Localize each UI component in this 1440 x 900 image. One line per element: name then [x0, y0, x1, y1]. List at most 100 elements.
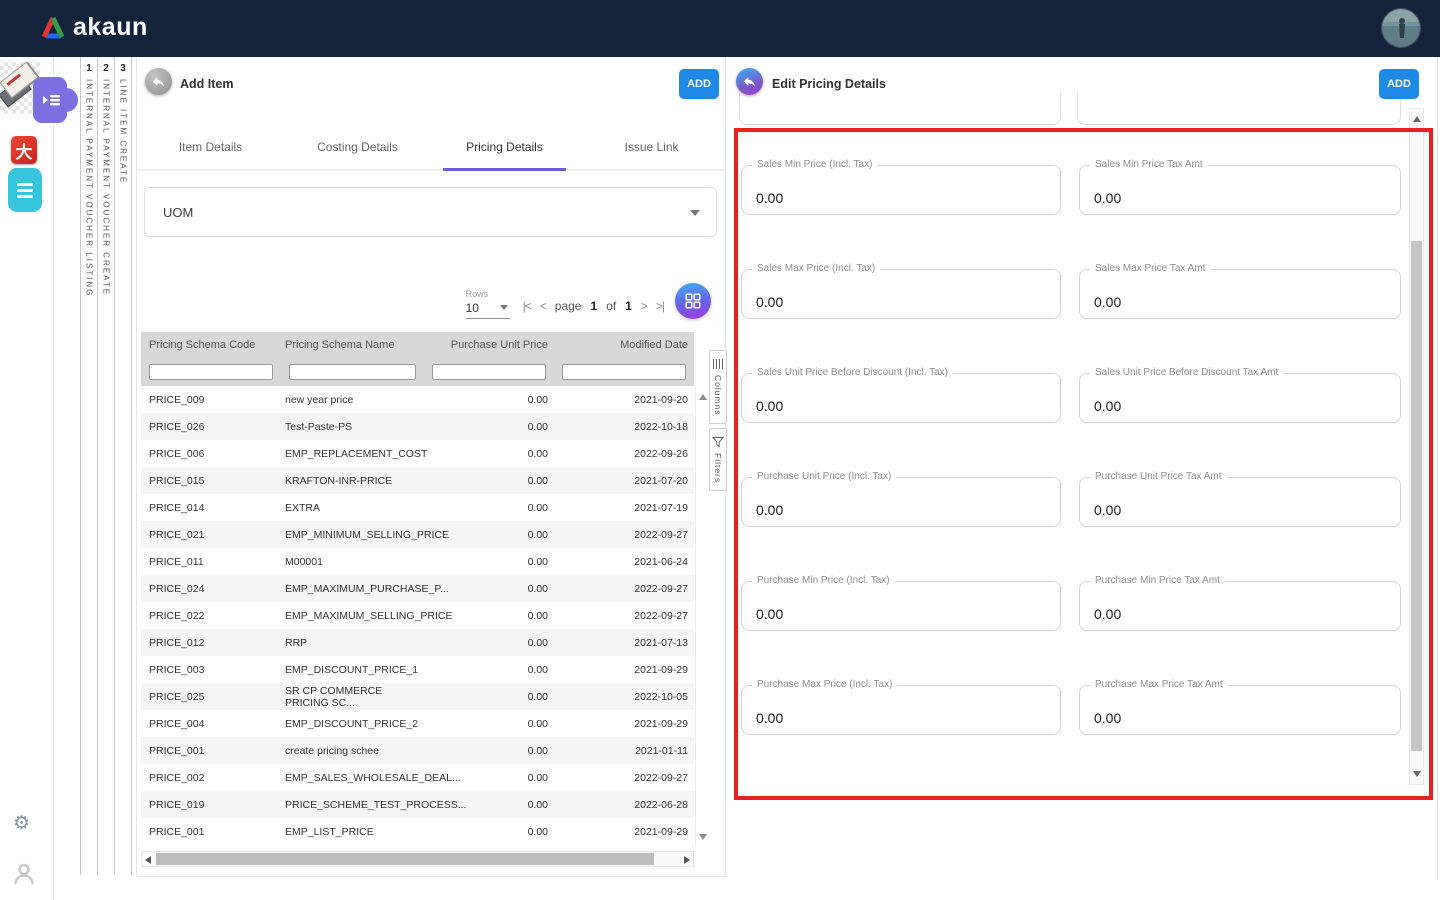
cell-price: 0.00	[424, 718, 554, 730]
pager: |< < page 1 of 1 > >|	[523, 299, 664, 319]
total-pages: 1	[625, 299, 632, 313]
table-row[interactable]: PRICE_021EMP_MINIMUM_SELLING_PRICE0.0020…	[141, 521, 694, 548]
filter-input-pricing-schema-name[interactable]	[289, 364, 416, 380]
tab-pricing-details[interactable]: Pricing Details	[431, 125, 578, 169]
cell-price: 0.00	[424, 421, 554, 433]
table-row[interactable]: PRICE_019PRICE_SCHEME_TEST_PROCESS...0.0…	[141, 791, 694, 818]
purchase-max-price-field[interactable]: Purchase Max Price (Incl. Tax)0.00	[741, 685, 1061, 735]
list-line	[17, 183, 33, 186]
purchase-min-price-tax-amt-field[interactable]: Purchase Min Price Tax Amt0.00	[1079, 581, 1401, 631]
field-label: Sales Unit Price Before Discount (Incl. …	[752, 367, 953, 378]
sales-max-price-field[interactable]: Sales Max Price (Incl. Tax)0.00	[741, 269, 1061, 319]
table-row[interactable]: PRICE_002EMP_SALES_WHOLESALE_DEAL...0.00…	[141, 764, 694, 791]
purchase-min-price-field[interactable]: Purchase Min Price (Incl. Tax)0.00	[741, 581, 1061, 631]
rows-per-page-select[interactable]: Rows 10	[466, 289, 510, 319]
filter-input-purchase-unit-price[interactable]	[432, 364, 546, 380]
cell-code: PRICE_025	[141, 691, 281, 703]
cell-code: PRICE_014	[141, 502, 281, 514]
red-app-glyph: 大	[16, 138, 33, 163]
list-app-icon[interactable]	[8, 168, 42, 212]
purchase-unit-price-field[interactable]: Purchase Unit Price (Incl. Tax)0.00	[741, 477, 1061, 527]
field-value: 0.00	[756, 294, 783, 310]
cell-name: EMP_DISCOUNT_PRICE_2	[281, 718, 424, 730]
table-row[interactable]: PRICE_022EMP_MAXIMUM_SELLING_PRICE0.0020…	[141, 602, 694, 629]
chevron-down-icon	[500, 305, 508, 310]
scroll-up-arrow[interactable]	[699, 394, 707, 400]
cell-price: 0.00	[424, 448, 554, 460]
table-row[interactable]: PRICE_014EXTRA0.002021-07-19	[141, 494, 694, 521]
settings-gear-icon[interactable]: ⚙	[13, 812, 30, 834]
tab-issue-link[interactable]: Issue Link	[578, 125, 725, 169]
rows-value[interactable]: 10	[466, 301, 510, 319]
cell-price: 0.00	[424, 583, 554, 595]
last-page-button[interactable]: >|	[656, 299, 664, 313]
cell-code: PRICE_022	[141, 610, 281, 622]
tab-costing-details[interactable]: Costing Details	[284, 125, 431, 169]
user-avatar[interactable]	[1381, 8, 1421, 48]
table-row[interactable]: PRICE_024EMP_MAXIMUM_PURCHASE_P...0.0020…	[141, 575, 694, 602]
table-row[interactable]: PRICE_015KRAFTON-INR-PRICE0.002021-07-20	[141, 467, 694, 494]
user-profile-icon[interactable]	[12, 862, 36, 891]
table-row[interactable]: PRICE_001create pricing schee0.002021-01…	[141, 737, 694, 764]
nav-strip-internal-payment-voucher-create[interactable]: 2 INTERNAL PAYMENT VOUCHER CREATE	[97, 57, 114, 875]
table-row[interactable]: PRICE_011M000010.002021-06-24	[141, 548, 694, 575]
uom-select[interactable]: UOM	[144, 187, 717, 237]
add-button[interactable]: ADD	[679, 69, 719, 99]
first-page-button[interactable]: |<	[523, 299, 531, 313]
tab-item-details[interactable]: Item Details	[137, 125, 284, 169]
current-page: 1	[590, 299, 597, 313]
field-value: 0.00	[1094, 502, 1121, 518]
cell-code: PRICE_019	[141, 799, 281, 811]
purchase-unit-price-tax-amt-field[interactable]: Purchase Unit Price Tax Amt0.00	[1079, 477, 1401, 527]
filter-input-modified-date[interactable]	[562, 364, 686, 380]
add-button[interactable]: ADD	[1379, 69, 1419, 99]
scroll-down-arrow[interactable]	[699, 834, 707, 840]
scroll-left-arrow[interactable]	[145, 856, 151, 864]
horizontal-scroll-thumb[interactable]	[156, 853, 654, 865]
back-button[interactable]	[145, 68, 172, 95]
table-row[interactable]: PRICE_026Test-Paste-PS0.002022-10-18	[141, 413, 694, 440]
table-row[interactable]: PRICE_003EMP_DISCOUNT_PRICE_10.002021-09…	[141, 656, 694, 683]
grid-view-button[interactable]	[675, 283, 711, 319]
sales-max-price-tax-amt-field[interactable]: Sales Max Price Tax Amt0.00	[1079, 269, 1401, 319]
table-side-tabs: Columns Filters	[709, 350, 727, 495]
sales-unit-price-before-discount-tax-amt-field[interactable]: Sales Unit Price Before Discount Tax Amt…	[1079, 373, 1401, 423]
table-row[interactable]: PRICE_004EMP_DISCOUNT_PRICE_20.002021-09…	[141, 710, 694, 737]
scroll-right-arrow[interactable]	[684, 856, 690, 864]
cell-name: EMP_LIST_PRICE	[281, 826, 424, 838]
red-app-icon[interactable]: 大	[11, 136, 37, 164]
nav-strip-line-item-create[interactable]: 3 LINE ITEM CREATE	[114, 57, 131, 875]
chevron-down-icon	[690, 210, 700, 216]
cell-date: 2022-09-27	[554, 772, 694, 784]
highlight-red-box: Sales Min Price (Incl. Tax)0.00 Sales Mi…	[734, 128, 1433, 800]
table-vertical-scrollbar[interactable]	[695, 388, 709, 846]
table-row[interactable]: PRICE_001EMP_LIST_PRICE0.002021-09-29	[141, 818, 694, 845]
table-horizontal-scrollbar[interactable]	[141, 851, 694, 867]
cell-name: create pricing schee	[281, 745, 424, 757]
strip-number: 2	[103, 63, 109, 74]
scroll-up-arrow[interactable]	[1413, 116, 1421, 122]
filter-input-pricing-schema-code[interactable]	[149, 364, 273, 380]
prev-page-button[interactable]: <	[540, 299, 546, 313]
table-header-row: Pricing Schema Code Pricing Schema Name …	[141, 332, 694, 358]
table-row[interactable]: PRICE_012RRP0.002021-07-13	[141, 629, 694, 656]
menu-expander-button[interactable]	[33, 77, 67, 123]
cell-name: EMP_SALES_WHOLESALE_DEAL...	[281, 772, 424, 784]
filters-side-tab[interactable]: Filters	[709, 428, 727, 491]
table-row[interactable]: PRICE_025SR CP COMMERCE PRICING SC...0.0…	[141, 683, 694, 710]
sales-unit-price-before-discount-field[interactable]: Sales Unit Price Before Discount (Incl. …	[741, 373, 1061, 423]
next-page-button[interactable]: >	[641, 299, 647, 313]
table-row[interactable]: PRICE_009new year price0.002021-09-20	[141, 386, 694, 413]
tab-bar: Item Details Costing Details Pricing Det…	[137, 125, 725, 171]
table-row[interactable]: PRICE_006EMP_REPLACEMENT_COST0.002022-09…	[141, 440, 694, 467]
columns-side-tab[interactable]: Columns	[709, 350, 727, 424]
page-word: page	[555, 299, 582, 313]
purchase-max-price-tax-amt-field[interactable]: Purchase Max Price Tax Amt0.00	[1079, 685, 1401, 735]
cell-name: M00001	[281, 556, 424, 568]
column-header: Modified Date	[554, 339, 694, 351]
sales-min-price-tax-amt-field[interactable]: Sales Min Price Tax Amt0.00	[1079, 165, 1401, 215]
back-button[interactable]	[736, 68, 763, 95]
nav-strip-internal-payment-voucher-listing[interactable]: 1 INTERNAL PAYMENT VOUCHER LISTING	[80, 57, 97, 875]
filters-tab-label: Filters	[713, 453, 723, 483]
sales-min-price-field[interactable]: Sales Min Price (Incl. Tax)0.00	[741, 165, 1061, 215]
